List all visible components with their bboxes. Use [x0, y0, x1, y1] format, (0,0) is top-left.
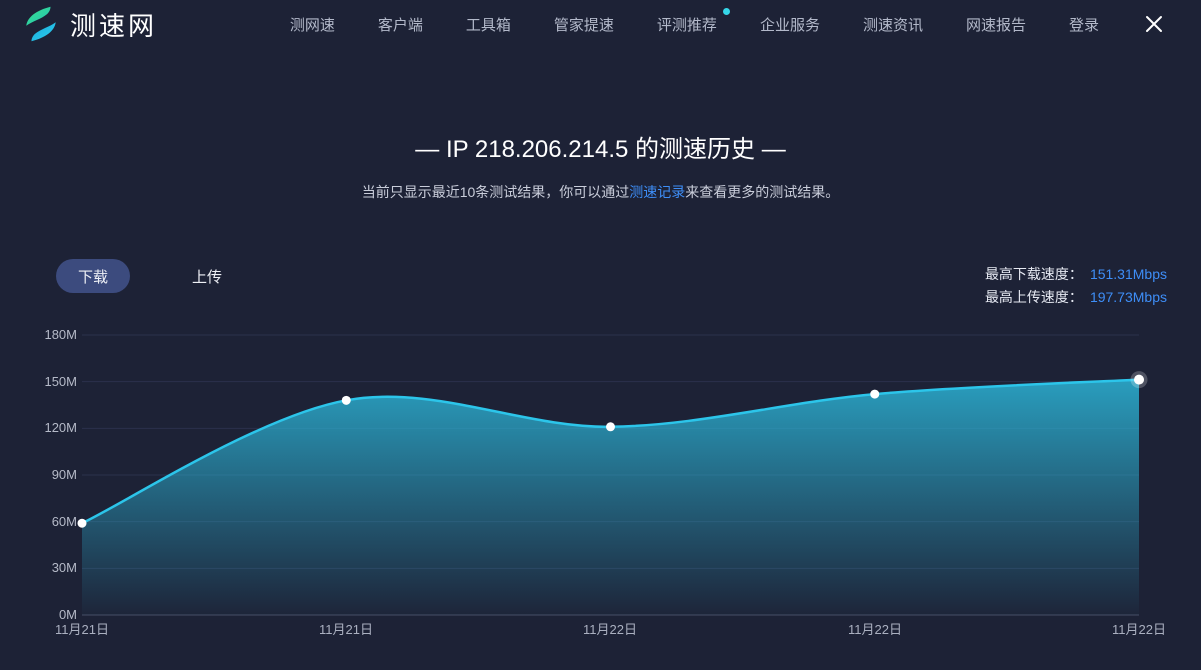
max-upload-value: 197.73Mbps	[1090, 289, 1167, 305]
max-download-value: 151.31Mbps	[1090, 266, 1167, 282]
x-axis-label: 11月22日	[1094, 622, 1184, 638]
tab-upload[interactable]: 上传	[170, 259, 244, 293]
nav-item-login[interactable]: 登录	[1069, 14, 1099, 35]
y-axis-label: 60M	[0, 514, 77, 530]
chart-point[interactable]	[78, 519, 87, 528]
nav-item-booster[interactable]: 管家提速	[554, 14, 614, 35]
logo[interactable]: 测速网	[22, 5, 157, 43]
y-axis-label: 90M	[0, 467, 77, 483]
y-axis-label: 180M	[0, 327, 77, 343]
max-speed-stats: 最高下载速度： 151.31Mbps 最高上传速度： 197.73Mbps	[985, 263, 1167, 309]
nav-item-news[interactable]: 测速资讯	[863, 14, 923, 35]
x-axis-label: 11月22日	[565, 622, 655, 638]
chart-line	[82, 380, 1139, 524]
y-axis-label: 120M	[0, 420, 77, 436]
x-axis-label: 11月21日	[301, 622, 391, 638]
logo-text: 测速网	[70, 6, 157, 43]
nav-item-speedtest[interactable]: 测网速	[290, 14, 335, 35]
close-button[interactable]	[1143, 13, 1165, 35]
subtitle-text-prefix: 当前只显示最近10条测试结果，你可以通过	[362, 184, 630, 200]
chart-point[interactable]	[606, 422, 615, 431]
chart-area	[82, 380, 1139, 615]
x-axis-label: 11月22日	[830, 622, 920, 638]
chart-gridlines	[82, 335, 1139, 615]
y-axis-label: 0M	[0, 607, 77, 623]
chart-point[interactable]	[1134, 375, 1144, 385]
nav-menu: 测网速 客户端 工具箱 管家提速 评测推荐 企业服务 测速资讯 网速报告 登录	[290, 14, 1099, 35]
chart-point[interactable]	[870, 390, 879, 399]
nav-item-report[interactable]: 网速报告	[966, 14, 1026, 35]
close-icon	[1143, 13, 1165, 35]
chart-tabs: 下载 上传	[56, 259, 244, 293]
page-subtitle: 当前只显示最近10条测试结果，你可以通过测速记录来查看更多的测试结果。	[0, 182, 1201, 202]
nav-item-toolbox[interactable]: 工具箱	[466, 14, 511, 35]
nav-item-reviews[interactable]: 评测推荐	[657, 14, 717, 35]
nav-item-enterprise[interactable]: 企业服务	[760, 14, 820, 35]
logo-icon	[22, 5, 60, 43]
y-axis-label: 30M	[0, 560, 77, 576]
y-axis-label: 150M	[0, 374, 77, 390]
subtitle-text-suffix: 来查看更多的测试结果。	[685, 184, 839, 200]
x-axis-label: 11月21日	[37, 622, 127, 638]
chart-points	[78, 371, 1148, 528]
nav-item-client[interactable]: 客户端	[378, 14, 423, 35]
tab-download[interactable]: 下载	[56, 259, 130, 293]
nav-item-reviews-label: 评测推荐	[657, 17, 717, 34]
chart-point[interactable]	[342, 396, 351, 405]
speed-records-link[interactable]: 测速记录	[629, 184, 685, 200]
speed-history-chart	[0, 0, 1201, 670]
max-upload-label: 最高上传速度：	[985, 289, 1083, 305]
max-upload-row: 最高上传速度： 197.73Mbps	[985, 286, 1167, 309]
max-download-row: 最高下载速度： 151.31Mbps	[985, 263, 1167, 286]
top-nav: 测速网 测网速 客户端 工具箱 管家提速 评测推荐 企业服务 测速资讯 网速报告…	[0, 0, 1201, 48]
max-download-label: 最高下载速度：	[985, 266, 1083, 282]
page-title: — IP 218.206.214.5 的测速历史 —	[0, 129, 1201, 164]
new-badge-dot	[723, 8, 730, 15]
